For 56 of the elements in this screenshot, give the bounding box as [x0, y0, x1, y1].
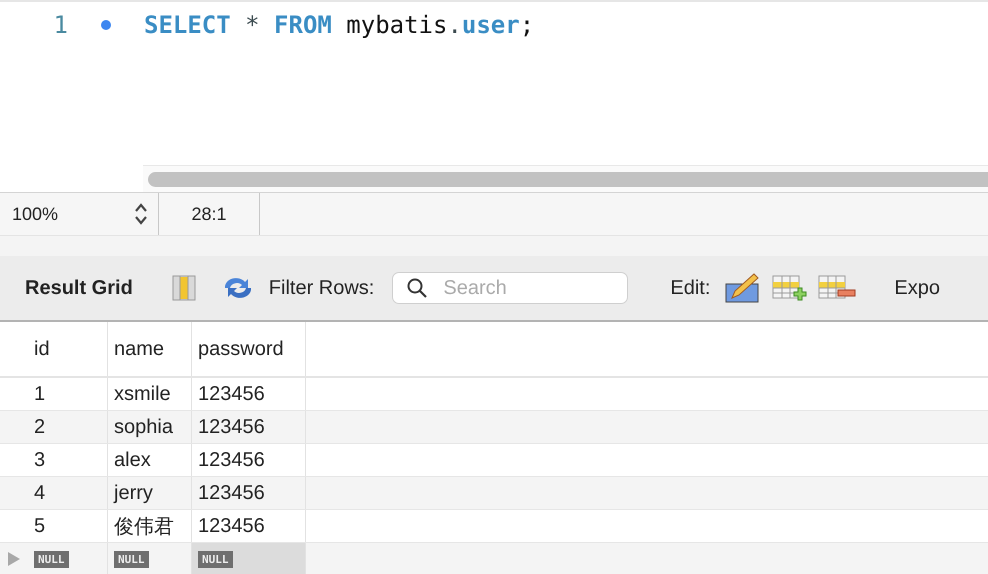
cell-value: 1	[34, 382, 46, 406]
cell-value: 4	[34, 482, 46, 504]
search-field[interactable]: Search	[392, 272, 628, 304]
cell-value: 3	[34, 448, 46, 472]
line-number: 1	[52, 11, 68, 39]
cell-value: 俊伟君	[114, 514, 174, 540]
cell-value: 123456	[198, 514, 265, 538]
table-cell[interactable]: sophia	[108, 411, 192, 443]
table-cell[interactable]: NULL	[192, 543, 306, 574]
cell-value: xsmile	[114, 382, 171, 406]
column-header[interactable]: id	[28, 322, 108, 376]
cell-value: 123456	[198, 382, 265, 406]
export-label[interactable]: Expo	[894, 276, 940, 300]
table-cell[interactable]: NULL	[28, 543, 108, 574]
table-cell[interactable]: 4	[28, 477, 108, 509]
table-cell[interactable]: 3	[28, 444, 108, 476]
null-badge: NULL	[114, 550, 148, 568]
add-row-icon[interactable]	[772, 273, 808, 303]
table-cell[interactable]: xsmile	[108, 378, 192, 410]
cell-value: 123456	[198, 416, 265, 438]
cell-value: alex	[114, 448, 151, 472]
table-cell[interactable]: 123456	[192, 510, 306, 542]
cursor-position: 28:1	[159, 193, 260, 235]
cell-value: 123456	[198, 482, 265, 504]
cell-value: 5	[34, 514, 46, 538]
cell-value: sophia	[114, 416, 173, 438]
filter-rows-label: Filter Rows:	[268, 276, 374, 300]
search-icon	[407, 278, 428, 298]
zoom-selector[interactable]: 100%	[0, 193, 159, 235]
edit-label: Edit:	[670, 276, 710, 300]
table-cell[interactable]: 2	[28, 411, 108, 443]
stepper-icon	[134, 202, 148, 226]
null-badge: NULL	[34, 550, 68, 568]
table-cell[interactable]: 123456	[192, 378, 306, 410]
horizontal-scrollbar[interactable]	[143, 165, 988, 192]
null-badge: NULL	[198, 550, 232, 568]
scrollbar-thumb[interactable]	[148, 172, 988, 186]
edit-pencil-icon[interactable]	[724, 272, 760, 304]
cell-value: 2	[34, 416, 46, 438]
cell-value: jerry	[114, 482, 153, 504]
table-cell[interactable]: 123456	[192, 411, 306, 443]
result-grid-title: Result Grid	[25, 276, 133, 300]
table-cell[interactable]: 5	[28, 510, 108, 542]
table-cell[interactable]: 1	[28, 378, 108, 410]
sql-editor[interactable]: 1 SELECT * FROM mybatis.user;	[0, 0, 988, 192]
sql-statement: SELECT * FROM mybatis.user;	[144, 11, 534, 39]
table-cell[interactable]: 123456	[192, 444, 306, 476]
columns-icon[interactable]	[170, 275, 197, 301]
table-cell[interactable]: 123456	[192, 477, 306, 509]
table-cell[interactable]: NULL	[108, 543, 192, 574]
cell-value: 123456	[198, 448, 265, 472]
column-header[interactable]: name	[108, 322, 192, 376]
table-cell[interactable]: alex	[108, 444, 192, 476]
table-cell[interactable]: 俊伟君	[108, 510, 192, 542]
column-header[interactable]: password	[192, 322, 306, 376]
table-cell[interactable]: jerry	[108, 477, 192, 509]
